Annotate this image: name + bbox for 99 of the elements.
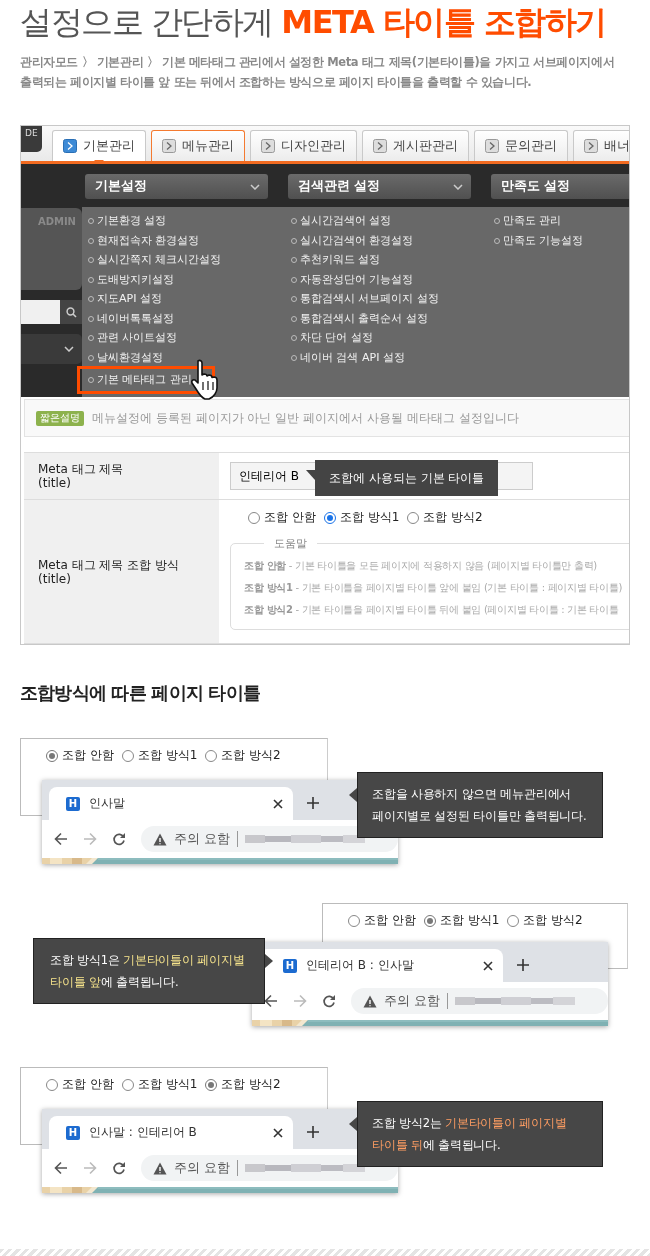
menu-item[interactable]: 자동완성단어 기능설정 — [288, 269, 420, 289]
search-icon — [65, 306, 77, 318]
menu-item[interactable]: 차단 단어 설정 — [288, 328, 379, 348]
menu-item[interactable]: 만족도 관리 — [491, 211, 568, 231]
description-text: 메뉴설정에 등록된 페이지가 아닌 일반 페이지에서 사용될 메타태그 설정입니다 — [92, 409, 519, 427]
menu-item[interactable]: 추천키워드 설정 — [288, 250, 387, 270]
menu-item[interactable]: 통합검색시 출력순서 설정 — [288, 308, 434, 328]
menu-item[interactable]: 실시간검색어 설정 — [288, 211, 398, 231]
warning-icon — [363, 994, 377, 1008]
tooltip: 조합에 사용되는 기본 타이틀 — [315, 460, 499, 496]
arrow-box-icon — [372, 139, 387, 153]
security-warning: 주의 요함 — [174, 830, 230, 848]
arrow-box-icon — [161, 139, 176, 153]
menu-item[interactable]: 기본환경 설정 — [85, 211, 173, 231]
menu-tab[interactable]: 디자인관리 — [249, 130, 357, 161]
arrow-box-icon — [260, 139, 275, 153]
browser-tab[interactable]: H 인사말 — [49, 787, 293, 820]
arrow-box-icon — [62, 139, 77, 153]
tooltip-arrow — [349, 788, 357, 802]
tooltip: 조합 방식1은 기본타이틀이 페이지별 타이틀 앞에 출력됩니다. — [33, 938, 265, 1004]
search-button[interactable] — [60, 300, 82, 324]
menu-item[interactable]: 지도API 설정 — [85, 289, 168, 309]
radio-option[interactable]: 조합 방식1 — [323, 509, 400, 526]
chevron-down-icon — [250, 183, 260, 190]
radio-option[interactable]: 조합 방식1 — [423, 912, 500, 929]
menu-item[interactable]: 네이버톡톡설정 — [85, 308, 180, 328]
plus-icon[interactable] — [517, 959, 529, 971]
reload-icon[interactable] — [112, 1161, 126, 1175]
intro-text: 관리자모드 〉 기본관리 〉 기본 메타태그 관리에서 설정한 Meta 태그 제목(기본타이틀)을 가지고 서브페이지에서 출력되는 페이지별 타이틀 앞 또는 뒤에서 조합하는 방식으로 페이지 타이틀을 출력할 수 있습니다. — [20, 54, 616, 91]
tooltip: 조합을 사용하지 않으면 메뉴관리에서 페이지별로 설정된 타이틀만 출력됩니다. — [357, 772, 603, 838]
section-title: 조합방식에 따른 페이지 타이틀 — [20, 681, 261, 705]
arrow-box-icon — [484, 139, 499, 153]
address-bar[interactable]: 주의 요함 — [351, 988, 608, 1014]
radio-option[interactable]: 조합 방식2 — [507, 912, 583, 929]
chevron-down-icon — [64, 346, 74, 352]
menu-group-header[interactable]: 기본설정 — [85, 174, 268, 199]
field-label: Meta 태그 제목 (title) — [24, 452, 219, 500]
address-bar[interactable]: 주의 요함 — [141, 1155, 398, 1181]
menu-item[interactable]: 실시간쪽지 체크시간설정 — [85, 250, 228, 270]
back-arrow-icon[interactable] — [54, 1161, 68, 1175]
field-label: Meta 태그 제목 조합 방식 (title) — [24, 499, 219, 644]
reload-icon[interactable] — [112, 832, 126, 846]
page-title: 설정으로 간단하게 META 타이틀 조합하기 — [20, 2, 607, 43]
radio-option[interactable]: 조합 안함 — [348, 912, 416, 929]
menu-group-header[interactable]: 검색관련 설정 — [288, 174, 471, 199]
menu-group-header[interactable]: 만족도 설정 — [491, 174, 629, 199]
radio-option[interactable]: 조합 방식2 — [205, 1076, 281, 1093]
radio-option[interactable]: 조합 안함 — [46, 747, 114, 764]
search-field[interactable] — [21, 300, 60, 324]
help-title: 도움말 — [273, 536, 308, 551]
warning-icon — [153, 1161, 167, 1175]
help-text: 조합 안함 - 기본 타이틀을 모든 페이지에 적용하지 않음 (페이지별 타이틀만 출력) — [244, 559, 598, 573]
menu-item[interactable]: 날씨환경설정 — [85, 347, 169, 367]
radio-option[interactable]: 조합 방식1 — [121, 1076, 198, 1093]
radio-option[interactable]: 조합 방식1 — [121, 747, 198, 764]
menu-tab[interactable]: 문의관리 — [473, 130, 568, 161]
back-arrow-icon[interactable] — [54, 832, 68, 846]
back-arrow-icon[interactable] — [264, 994, 278, 1008]
browser-tab[interactable]: H 인사말 : 인테리어 B — [49, 1116, 293, 1149]
warning-icon — [153, 832, 167, 846]
badge: 짧은설명 — [36, 410, 84, 426]
chevron-down-icon — [453, 183, 463, 190]
plus-icon[interactable] — [307, 797, 319, 809]
tooltip-arrow — [349, 1117, 357, 1131]
radio-option[interactable]: 조합 안함 — [248, 509, 316, 526]
menu-item[interactable]: 네이버 검색 API 설정 — [288, 347, 411, 367]
favicon: H — [66, 1125, 80, 1140]
security-warning: 주의 요함 — [174, 1159, 230, 1177]
menu-item[interactable]: 만족도 기능설정 — [491, 230, 590, 250]
help-text: 조합 방식2 - 기본 타이틀을 페이지별 타이틀 뒤에 붙임 (페이지별 타이틀 : 기본 타이틀 — [244, 603, 620, 617]
favicon: H — [66, 796, 80, 811]
menu-tab[interactable]: 메뉴관리 — [150, 130, 245, 161]
tooltip: 조합 방식2는 기본타이틀이 페이지별 타이틀 뒤에 출력됩니다. — [357, 1101, 603, 1167]
tooltip-arrow — [265, 954, 273, 968]
menu-item[interactable]: 현재접속자 환경설정 — [85, 230, 206, 250]
menu-item[interactable]: 통합검색시 서브페이지 설정 — [288, 289, 445, 309]
address-bar[interactable]: 주의 요함 — [141, 826, 398, 852]
arrow-box-icon — [583, 139, 598, 153]
logo: DE — [21, 126, 42, 152]
menu-item[interactable]: 관련 사이트설정 — [85, 328, 184, 348]
radio-option[interactable]: 조합 방식2 — [407, 509, 483, 526]
menu-tab[interactable]: 게시판관리 — [361, 130, 469, 161]
favicon: H — [283, 958, 297, 973]
radio-option[interactable]: 조합 안함 — [46, 1076, 114, 1093]
tab-title: 인사말 — [89, 795, 126, 812]
radio-option[interactable]: 조합 방식2 — [205, 747, 281, 764]
tab-title: 인테리어 B : 인사말 — [306, 957, 415, 974]
close-icon[interactable] — [273, 1127, 283, 1138]
plus-icon[interactable] — [307, 1126, 319, 1138]
tooltip-arrow — [306, 470, 315, 480]
close-icon[interactable] — [483, 960, 493, 971]
menu-item[interactable]: 실시간검색어 환경설정 — [288, 230, 420, 250]
security-warning: 주의 요함 — [384, 992, 440, 1010]
close-icon[interactable] — [273, 798, 283, 809]
menu-item[interactable]: 도배방지키설정 — [85, 269, 180, 289]
help-text: 조합 방식1 - 기본 타이틀을 페이지별 타이틀 앞에 붙임 (기본 타이틀 : 페이지별 타이틀) — [244, 581, 624, 595]
reload-icon[interactable] — [322, 994, 336, 1008]
menu-tab[interactable]: 배너 — [572, 130, 629, 161]
tab-title: 인사말 : 인테리어 B — [89, 1124, 198, 1141]
